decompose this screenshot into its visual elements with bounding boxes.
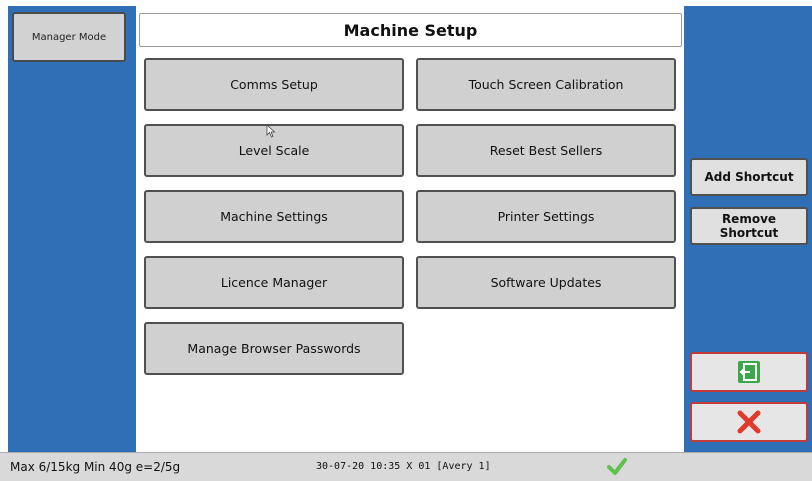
left-panel — [8, 6, 136, 452]
machine-settings-button[interactable]: Machine Settings — [144, 190, 404, 243]
touch-screen-calibration-label: Touch Screen Calibration — [468, 77, 624, 92]
manage-browser-passwords-button[interactable]: Manage Browser Passwords — [144, 322, 404, 375]
level-scale-label: Level Scale — [238, 143, 310, 158]
add-shortcut-label: Add Shortcut — [704, 170, 794, 184]
remove-shortcut-line2: Shortcut — [719, 226, 779, 240]
comms-setup-label: Comms Setup — [230, 77, 318, 92]
mouse-pointer-icon — [266, 124, 276, 138]
add-shortcut-button[interactable]: Add Shortcut — [690, 158, 808, 196]
cancel-button[interactable] — [690, 402, 808, 442]
reset-best-sellers-button[interactable]: Reset Best Sellers — [416, 124, 676, 177]
printer-settings-label: Printer Settings — [497, 209, 595, 224]
check-icon — [607, 458, 627, 475]
manage-browser-passwords-label: Manage Browser Passwords — [187, 341, 361, 356]
remove-shortcut-button[interactable]: Remove Shortcut — [690, 207, 808, 245]
licence-manager-label: Licence Manager — [220, 275, 328, 290]
status-bar: Max 6/15kg Min 40g e=2/5g 30-07-20 10:35… — [0, 452, 812, 481]
licence-manager-button[interactable]: Licence Manager — [144, 256, 404, 309]
machine-settings-label: Machine Settings — [220, 209, 328, 224]
reset-best-sellers-label: Reset Best Sellers — [489, 143, 603, 158]
software-updates-label: Software Updates — [490, 275, 602, 290]
page-title-bar: Machine Setup — [139, 13, 682, 47]
remove-shortcut-line1: Remove — [721, 212, 777, 226]
manager-mode-label: Manager Mode — [31, 31, 107, 43]
remove-shortcut-label: Remove Shortcut — [720, 212, 778, 240]
datetime-info: 30-07-20 10:35 X 01 [Avery 1] — [316, 461, 491, 472]
page-title: Machine Setup — [343, 20, 478, 40]
touch-screen-calibration-button[interactable]: Touch Screen Calibration — [416, 58, 676, 111]
comms-setup-button[interactable]: Comms Setup — [144, 58, 404, 111]
software-updates-button[interactable]: Software Updates — [416, 256, 676, 309]
exit-icon — [738, 361, 760, 383]
machine-setup-screen: Manager Mode Machine Setup Comms Setup T… — [0, 0, 812, 481]
printer-settings-button[interactable]: Printer Settings — [416, 190, 676, 243]
scale-info: Max 6/15kg Min 40g e=2/5g — [10, 460, 181, 474]
close-icon — [737, 410, 761, 434]
manager-mode-button[interactable]: Manager Mode — [12, 12, 126, 62]
exit-button[interactable] — [690, 352, 808, 392]
